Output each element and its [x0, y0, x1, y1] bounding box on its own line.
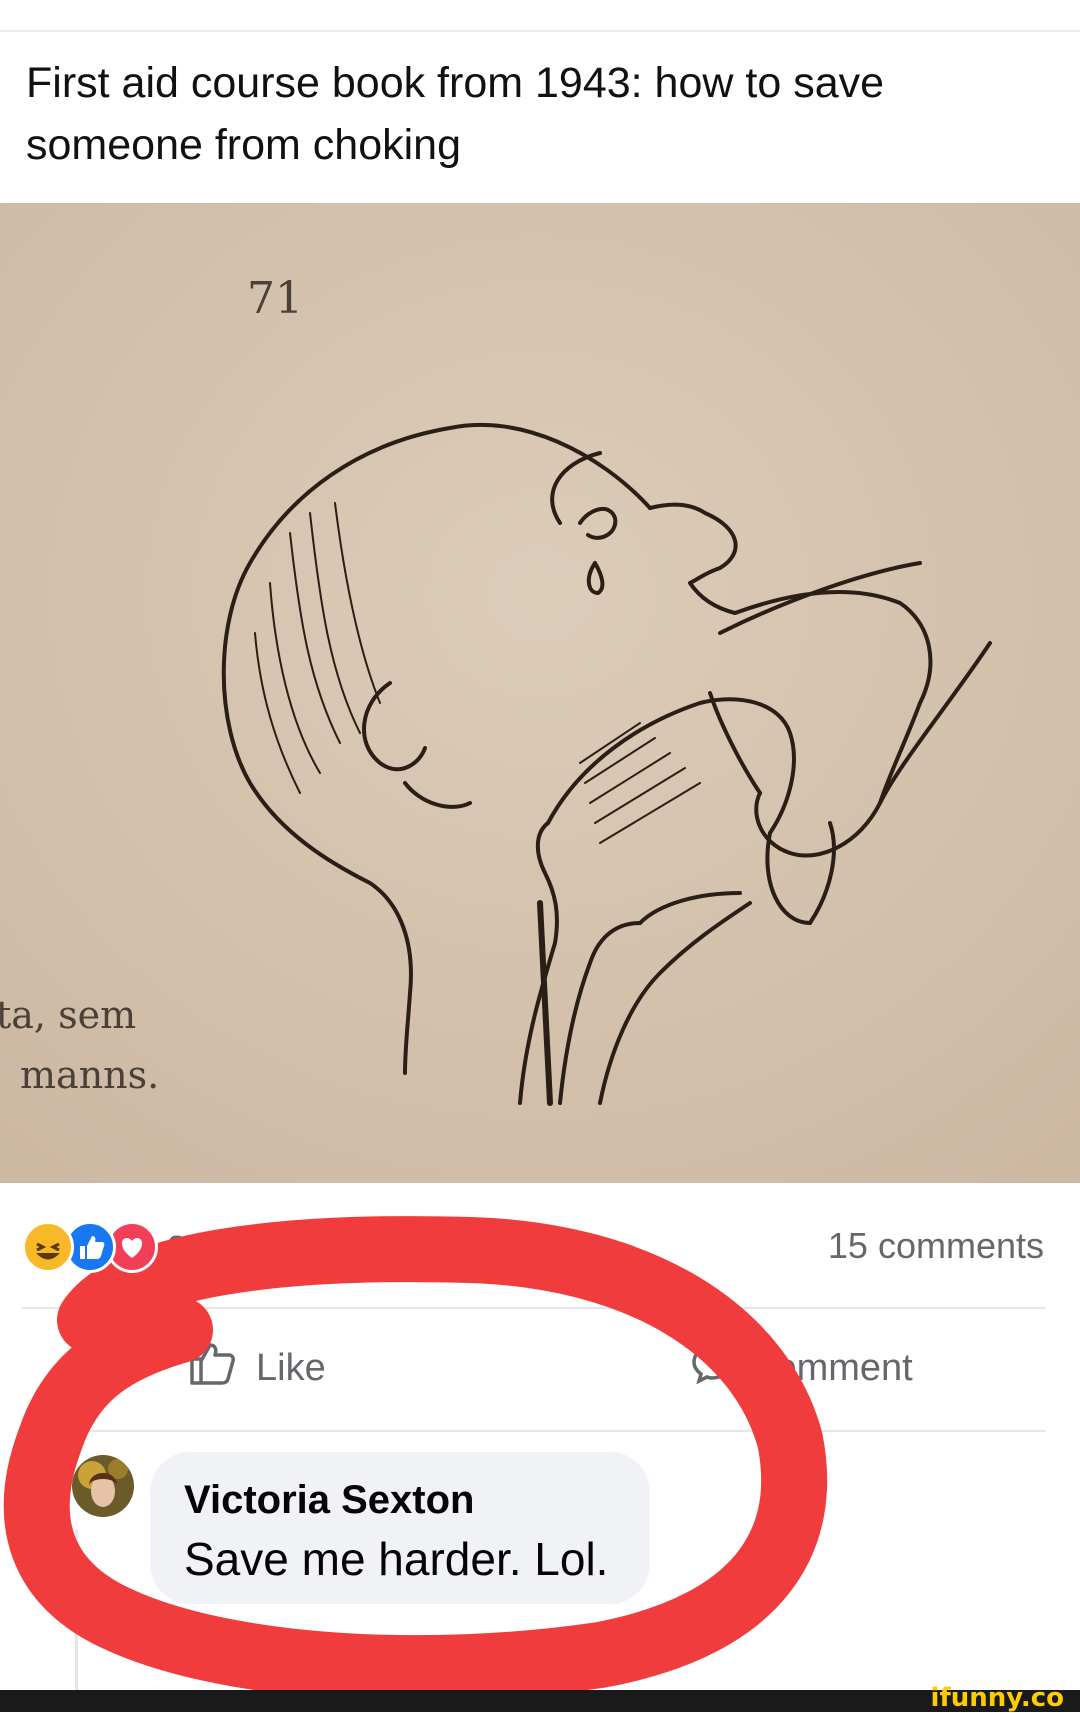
comment-text: Save me harder. Lol. — [184, 1533, 609, 1585]
comment-button[interactable]: Comment — [690, 1338, 913, 1398]
avatar[interactable] — [72, 1455, 134, 1517]
like-button[interactable]: Like — [186, 1338, 326, 1398]
post-photo[interactable]: 71 ta, sem manns. — [0, 203, 1080, 1183]
margin-text-2: manns. — [20, 1053, 159, 1097]
like-label: Like — [256, 1346, 326, 1389]
watermark: ifunny.co — [930, 1683, 1064, 1713]
comment-bubble[interactable]: Victoria Sexton Save me harder. Lol. — [150, 1452, 650, 1604]
comment-author[interactable]: Victoria Sexton — [184, 1478, 474, 1523]
page-number: 71 — [247, 273, 303, 324]
divider — [86, 1430, 1046, 1432]
margin-text-1: ta, sem — [0, 993, 136, 1037]
haha-icon — [22, 1221, 74, 1273]
comment-icon — [690, 1341, 734, 1395]
thumbs-up-icon — [186, 1337, 238, 1399]
book-illustration: 71 ta, sem manns. — [0, 203, 1080, 1183]
post-text: First aid course book from 1943: how to … — [26, 59, 885, 169]
thread-line — [75, 1530, 78, 1690]
divider — [22, 1307, 1046, 1309]
reaction-count: 31 — [167, 1228, 208, 1269]
footer-bar — [0, 1690, 1080, 1712]
comments-count[interactable]: 15 comments — [828, 1225, 1044, 1267]
top-divider — [0, 30, 1080, 32]
comment-label: Comment — [748, 1346, 913, 1389]
